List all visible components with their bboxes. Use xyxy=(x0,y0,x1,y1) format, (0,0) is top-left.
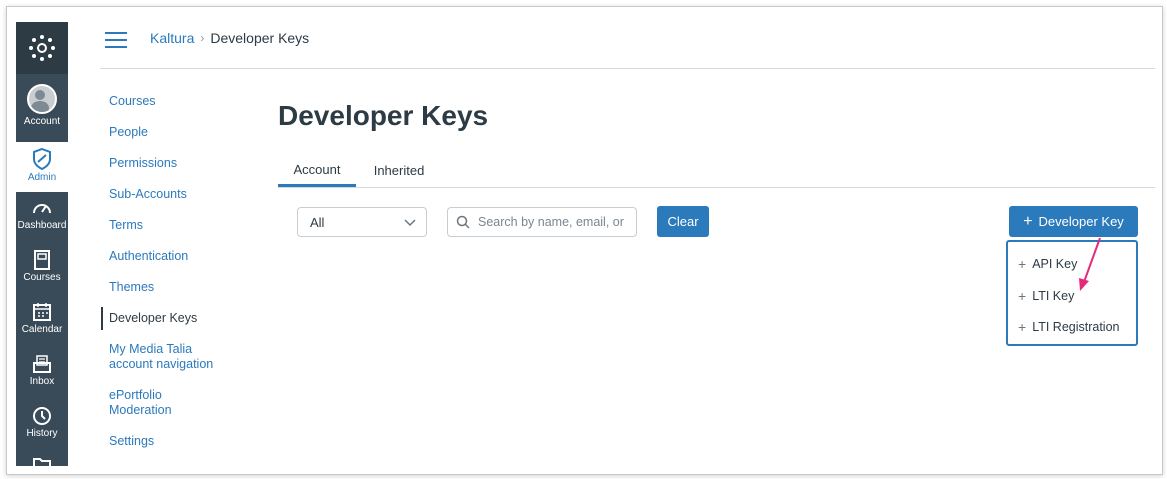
canvas-logo-icon[interactable] xyxy=(16,22,68,74)
nav-dashboard-label: Dashboard xyxy=(17,220,67,231)
plus-icon: + xyxy=(1023,212,1033,230)
calendar-icon xyxy=(33,303,51,321)
subnav-item-people[interactable]: People xyxy=(101,121,261,144)
dashboard-icon xyxy=(33,204,51,214)
menu-item-label: API Key xyxy=(1032,257,1078,271)
menu-item-lti-registration[interactable]: + LTI Registration xyxy=(1018,319,1120,335)
nav-account[interactable]: Account xyxy=(16,84,68,140)
account-subnav: Courses People Permissions Sub-Accounts … xyxy=(101,90,261,461)
chevron-down-icon xyxy=(404,219,416,227)
nav-inbox-label: Inbox xyxy=(29,376,55,387)
filter-select[interactable]: All xyxy=(297,207,427,237)
header-divider xyxy=(100,68,1155,69)
tab-inherited[interactable]: Inherited xyxy=(366,155,432,185)
nav-calendar-label: Calendar xyxy=(21,324,63,335)
subnav-item-authentication[interactable]: Authentication xyxy=(101,245,261,268)
global-nav: Account Admin Dashboard Courses Calendar xyxy=(16,22,68,466)
plus-icon: + xyxy=(1018,288,1027,304)
nav-calendar[interactable]: Calendar xyxy=(16,302,68,352)
tab-bar: Account Inherited xyxy=(278,155,1155,188)
tab-account[interactable]: Account xyxy=(278,155,356,187)
nav-admin-label: Admin xyxy=(27,172,57,183)
nav-admin[interactable]: Admin xyxy=(16,142,68,192)
nav-courses-label: Courses xyxy=(23,272,61,283)
page-title: Developer Keys xyxy=(278,100,489,131)
filter-select-value: All xyxy=(310,214,325,230)
inbox-icon xyxy=(33,355,51,373)
search-icon xyxy=(456,215,470,229)
add-developer-key-button[interactable]: + Developer Key xyxy=(1009,206,1138,237)
folder-icon xyxy=(33,458,51,466)
subnav-item-developer-keys[interactable]: Developer Keys xyxy=(101,307,261,330)
menu-item-label: LTI Registration xyxy=(1032,320,1120,334)
add-developer-key-label: Developer Key xyxy=(1038,214,1124,229)
menu-toggle-icon[interactable] xyxy=(105,32,127,48)
breadcrumb-current: Developer Keys xyxy=(210,30,310,46)
breadcrumb: Kaltura › Developer Keys xyxy=(150,30,309,46)
subnav-item-settings[interactable]: Settings xyxy=(101,430,261,453)
clear-button[interactable]: Clear xyxy=(657,206,709,237)
menu-item-label: LTI Key xyxy=(1032,289,1075,303)
shield-icon xyxy=(33,148,51,170)
breadcrumb-separator-icon: › xyxy=(200,31,205,45)
subnav-item-sub-accounts[interactable]: Sub-Accounts xyxy=(101,183,261,206)
nav-courses[interactable]: Courses xyxy=(16,250,68,300)
nav-inbox[interactable]: Inbox xyxy=(16,354,68,404)
subnav-item-courses[interactable]: Courses xyxy=(101,90,261,113)
breadcrumb-root-link[interactable]: Kaltura xyxy=(150,30,194,46)
nav-history[interactable]: History xyxy=(16,406,68,456)
nav-history-label: History xyxy=(26,428,58,439)
plus-icon: + xyxy=(1018,319,1027,335)
developer-key-dropdown-menu: + API Key + LTI Key + LTI Registration xyxy=(1006,240,1138,346)
search-input[interactable] xyxy=(476,214,630,230)
nav-account-label: Account xyxy=(23,116,61,127)
menu-item-api-key[interactable]: + API Key xyxy=(1018,256,1077,272)
subnav-item-permissions[interactable]: Permissions xyxy=(101,152,261,175)
subnav-item-my-media[interactable]: My Media Talia account navigation xyxy=(101,338,235,376)
user-avatar-icon xyxy=(27,84,57,114)
subnav-item-eportfolio-moderation[interactable]: ePortfolio Moderation xyxy=(101,384,205,422)
subnav-item-themes[interactable]: Themes xyxy=(101,276,261,299)
plus-icon: + xyxy=(1018,256,1027,272)
nav-dashboard[interactable]: Dashboard xyxy=(16,198,68,248)
book-icon xyxy=(34,250,50,270)
subnav-item-terms[interactable]: Terms xyxy=(101,214,261,237)
menu-item-lti-key[interactable]: + LTI Key xyxy=(1018,288,1074,304)
search-field xyxy=(447,207,637,237)
clock-icon xyxy=(33,407,51,425)
nav-folder[interactable] xyxy=(16,456,68,466)
